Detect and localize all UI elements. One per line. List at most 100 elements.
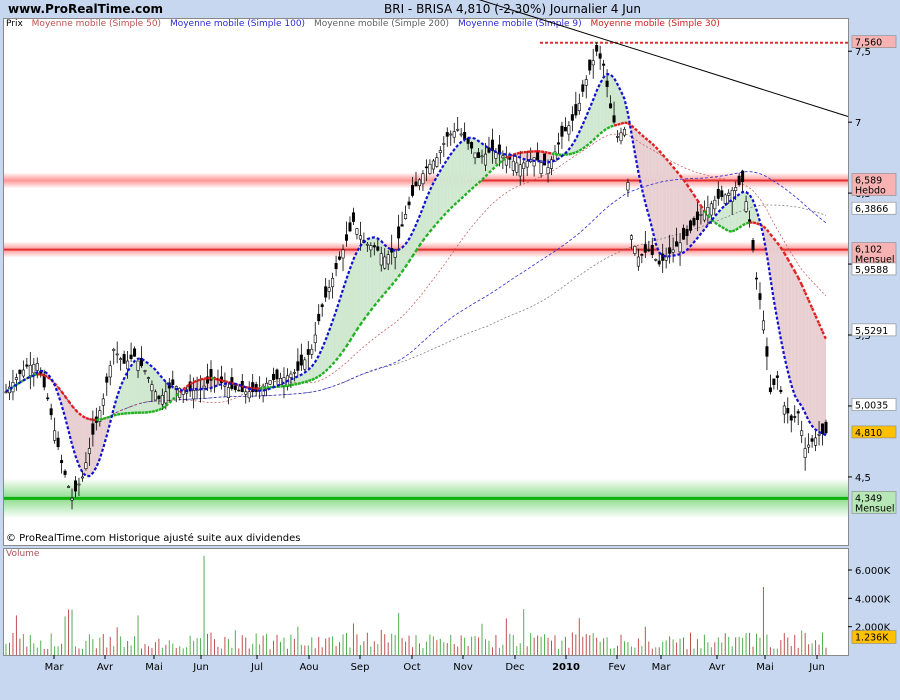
ma-cloud-segment (687, 184, 691, 250)
candle-body (643, 244, 647, 253)
ma30-segment (113, 413, 118, 417)
ma-cloud-segment (739, 191, 743, 228)
candle-body (675, 241, 679, 247)
ma30-segment (287, 383, 292, 387)
ma-cloud-segment (381, 241, 385, 298)
candle-body (244, 391, 248, 395)
ma-cloud-segment (794, 271, 799, 402)
price-badge-value: 5,0035 (855, 400, 888, 411)
ma-cloud-segment (141, 358, 145, 413)
candle-body (171, 379, 175, 385)
candle-body (122, 354, 126, 364)
candle-body (237, 389, 241, 392)
candle-body (414, 181, 418, 187)
candle-body (289, 373, 293, 378)
candle-body (108, 365, 112, 378)
candle-body (449, 133, 453, 136)
candle-body (584, 79, 588, 86)
ma30-segment (606, 125, 612, 130)
ma-cloud-segment (346, 268, 350, 347)
candle-body (744, 201, 748, 212)
candle-body (164, 391, 168, 404)
candle-body (452, 131, 456, 138)
ma-cloud-segment (749, 194, 754, 223)
ma30-segment (294, 382, 299, 386)
ma30-segment (116, 412, 121, 416)
candle-body (626, 182, 630, 191)
ma30-segment (151, 409, 156, 413)
candle-body (633, 246, 637, 254)
candle-body (709, 203, 713, 216)
ma-cloud-segment (429, 183, 434, 232)
candle-body (42, 375, 46, 388)
ma30-segment (520, 151, 524, 155)
candle-body (654, 259, 658, 261)
candle-body (473, 152, 477, 159)
candle-body (501, 155, 505, 159)
x-tick-label: Oct (403, 662, 420, 673)
candle-body (574, 104, 578, 116)
candle-body (758, 293, 762, 300)
candle-body (713, 199, 717, 210)
candle-body (720, 190, 724, 197)
candle-body (793, 416, 797, 418)
candle-body (70, 497, 74, 501)
ma-cloud-segment (384, 244, 389, 294)
x-tick-label: Sep (351, 662, 370, 673)
candle-body (115, 353, 119, 356)
ma-cloud-segment (443, 159, 448, 216)
ma-cloud-segment (683, 179, 688, 253)
candle-body (477, 152, 481, 158)
ma-cloud-segment (127, 365, 132, 414)
candle-body (678, 242, 682, 253)
candle-body (160, 395, 164, 405)
candle-body (570, 114, 574, 121)
ma-cloud-segment (363, 239, 368, 320)
candle-body (327, 287, 331, 292)
candle-body (629, 235, 633, 240)
x-tick-label: Mar (652, 662, 672, 673)
candle-body (494, 152, 498, 159)
ma-cloud-segment (801, 284, 806, 414)
candle-body (706, 207, 710, 216)
ma-cloud-segment (621, 91, 625, 124)
candle-body (755, 277, 759, 280)
volume-y-tick-label: 6.000K (855, 566, 891, 577)
ma-cloud-segment (662, 154, 667, 257)
candle-body (400, 224, 404, 227)
candle-body (21, 369, 25, 377)
ma-cloud-segment (339, 289, 344, 356)
candle-body (577, 102, 581, 111)
candle-body (355, 228, 359, 235)
candle-body (87, 448, 91, 455)
chart-svg[interactable]: 4,555,566,577,57,5606,589Hebdo6,38666,10… (0, 0, 900, 700)
ma30-segment (304, 379, 309, 384)
candle-body (397, 226, 401, 239)
price-badge-value: 7,560 (855, 38, 882, 49)
price-badge-note: Mensuel (855, 503, 895, 514)
x-tick-label: Nov (453, 662, 473, 673)
ma-cloud-segment (343, 278, 347, 352)
candle-body (483, 153, 487, 166)
ma-cloud-segment (589, 99, 594, 144)
price-badge-value: 5,5291 (855, 326, 888, 337)
candle-body (786, 408, 790, 414)
ma-cloud-segment (805, 292, 809, 421)
candle-body (737, 175, 741, 185)
candle-body (539, 162, 543, 174)
ma-cloud-segment (819, 323, 823, 434)
x-tick-label: Mai (756, 662, 774, 673)
candle-body (723, 194, 727, 204)
price-badge-note: Hebdo (855, 185, 886, 196)
x-tick-label: Fev (608, 662, 625, 673)
candle-body (233, 385, 237, 390)
candle-body (761, 320, 765, 331)
candle-body (67, 486, 71, 488)
ma-cloud-segment (666, 158, 670, 257)
ma-cloud-segment (131, 361, 135, 414)
ma-cloud-segment (322, 339, 326, 375)
candle-body (296, 361, 300, 371)
candle-body (803, 448, 807, 458)
candle-body (331, 277, 335, 288)
candle-body (459, 133, 463, 136)
